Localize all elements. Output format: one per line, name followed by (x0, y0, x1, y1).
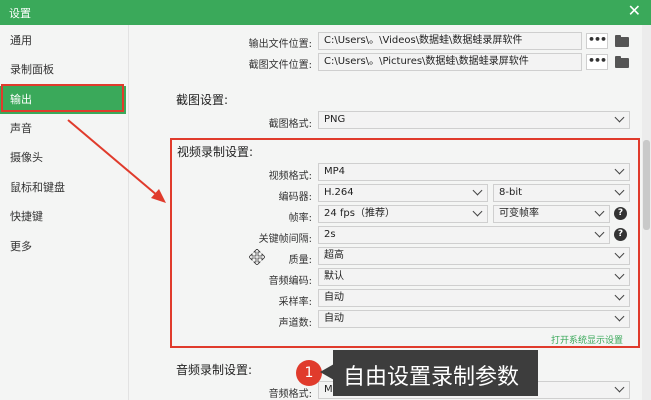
sidebar-item-camera[interactable]: 摄像头 (0, 144, 126, 172)
quality-label: 质量: (288, 255, 312, 266)
output-highlight-box (1, 84, 124, 112)
chevron-down-icon (614, 290, 625, 301)
screenshot-format-value: PNG (324, 114, 346, 125)
annotation-callout: 自由设置录制参数 (333, 350, 538, 396)
step-badge: 1 (296, 360, 322, 386)
chevron-down-icon (614, 112, 625, 123)
browse-output-button[interactable]: ••• (586, 33, 608, 49)
chevron-down-icon (594, 206, 605, 217)
chevron-down-icon (614, 248, 625, 259)
browse-screenshot-button[interactable]: ••• (586, 54, 608, 70)
help-icon[interactable]: ? (614, 228, 627, 241)
audio-settings-title: 音频录制设置: (176, 363, 253, 377)
encoder-value: H.264 (324, 187, 354, 198)
audio-format-label: 音频格式: (268, 389, 312, 400)
open-system-display-link[interactable]: 打开系统显示设置 (551, 333, 623, 346)
title-bar: 设置 ✕ (0, 0, 651, 25)
sidebar-item-general[interactable]: 通用 (0, 27, 126, 55)
chevron-down-icon (614, 269, 625, 280)
sidebar-item-more[interactable]: 更多 (0, 233, 126, 261)
encoder-label: 编码器: (278, 192, 312, 203)
framerate-value: 24 fps（推荐） (324, 208, 395, 219)
bit-depth-select[interactable]: 8-bit (493, 184, 630, 202)
callout-pointer (320, 364, 334, 380)
framerate-select[interactable]: 24 fps（推荐） (318, 205, 488, 223)
framerate-label: 帧率: (288, 213, 312, 224)
sidebar-item-recording-panel[interactable]: 录制面板 (0, 56, 126, 84)
window-title: 设置 (9, 7, 31, 20)
sidebar-item-sound[interactable]: 声音 (0, 115, 126, 143)
chevron-down-icon (614, 311, 625, 322)
channels-value: 自动 (324, 313, 344, 324)
video-format-select[interactable]: MP4 (318, 163, 630, 181)
sample-rate-label: 采样率: (278, 297, 312, 308)
framerate-mode-value: 可变帧率 (499, 208, 539, 219)
framerate-mode-select[interactable]: 可变帧率 (493, 205, 610, 223)
callout-text: 自由设置录制参数 (343, 365, 520, 390)
quality-select[interactable]: 超高 (318, 247, 630, 265)
chevron-down-icon (594, 227, 605, 238)
sample-rate-value: 自动 (324, 292, 344, 303)
output-location-field[interactable]: C:\Users\。\Videos\数据蛙\数据蛙录屏软件 (318, 32, 582, 50)
scrollbar-thumb[interactable] (643, 140, 650, 230)
channels-select[interactable]: 自动 (318, 310, 630, 328)
audio-codec-select[interactable]: 默认 (318, 268, 630, 286)
chevron-down-icon (614, 382, 625, 393)
audio-codec-label: 音频编码: (268, 276, 312, 287)
audio-codec-value: 默认 (324, 271, 344, 282)
video-format-value: MP4 (324, 166, 346, 177)
sidebar: 通用 录制面板 输出 声音 摄像头 鼠标和键盘 快捷键 更多 (0, 25, 129, 400)
screenshot-location-label: 截图文件位置: (248, 60, 312, 71)
screenshot-format-select[interactable]: PNG (318, 111, 630, 129)
bit-depth-value: 8-bit (499, 187, 523, 198)
screenshot-location-field[interactable]: C:\Users\。\Pictures\数据蛙\数据蛙录屏软件 (318, 53, 582, 71)
video-settings-title: 视频录制设置: (177, 145, 254, 159)
help-icon[interactable]: ? (614, 207, 627, 220)
close-icon[interactable]: ✕ (628, 2, 641, 20)
sample-rate-select[interactable]: 自动 (318, 289, 630, 307)
video-format-label: 视频格式: (268, 171, 312, 182)
sidebar-item-shortcuts[interactable]: 快捷键 (0, 203, 126, 231)
channels-label: 声道数: (278, 318, 312, 329)
chevron-down-icon (614, 164, 625, 175)
chevron-down-icon (472, 185, 483, 196)
quality-value: 超高 (324, 250, 344, 261)
sidebar-item-mouse-keyboard[interactable]: 鼠标和键盘 (0, 174, 126, 202)
output-location-label: 输出文件位置: (248, 39, 312, 50)
folder-icon[interactable] (615, 56, 629, 68)
screenshot-format-label: 截图格式: (268, 119, 312, 130)
encoder-select[interactable]: H.264 (318, 184, 488, 202)
keyframe-select[interactable]: 2s (318, 226, 610, 244)
chevron-down-icon (614, 185, 625, 196)
keyframe-label: 关键帧间隔: (258, 234, 312, 245)
folder-icon[interactable] (615, 35, 629, 47)
keyframe-value: 2s (324, 229, 336, 240)
screenshot-settings-title: 截图设置: (176, 93, 229, 107)
chevron-down-icon (472, 206, 483, 217)
